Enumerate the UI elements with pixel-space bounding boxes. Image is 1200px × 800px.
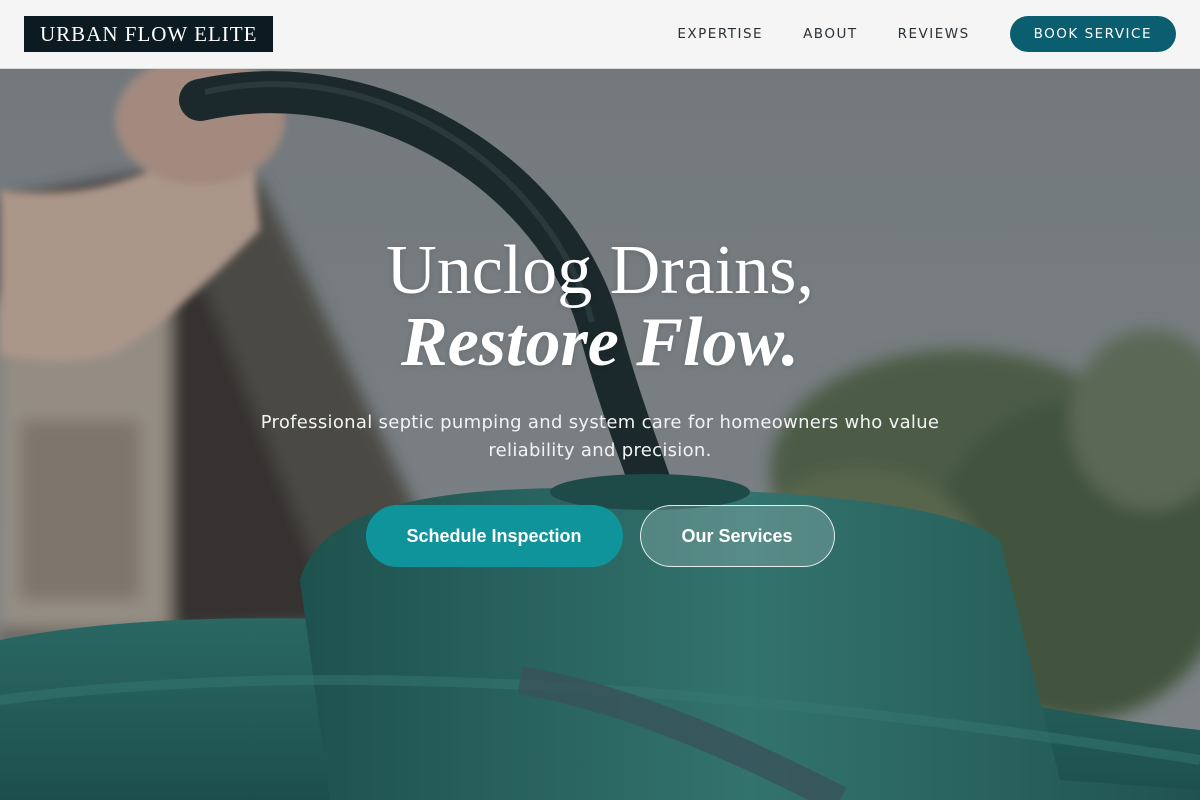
hero-title-line-1: Unclog Drains,: [386, 232, 814, 309]
hero-content: Unclog Drains, Restore Flow. Professiona…: [0, 235, 1200, 567]
main-nav: EXPERTISE ABOUT REVIEWS BOOK SERVICE: [637, 16, 1176, 52]
hero-title: Unclog Drains, Restore Flow.: [0, 235, 1200, 379]
schedule-inspection-button[interactable]: Schedule Inspection: [365, 505, 623, 567]
book-service-button[interactable]: BOOK SERVICE: [1009, 16, 1176, 52]
nav-link-about[interactable]: ABOUT: [803, 26, 858, 42]
brand-logo[interactable]: URBAN FLOW ELITE: [24, 16, 274, 52]
nav-link-reviews[interactable]: REVIEWS: [898, 26, 970, 42]
site-header: URBAN FLOW ELITE EXPERTISE ABOUT REVIEWS…: [0, 0, 1200, 69]
hero-title-line-2: Restore Flow.: [401, 304, 799, 381]
hero-cta-row: Schedule Inspection Our Services: [0, 505, 1200, 567]
our-services-button[interactable]: Our Services: [639, 505, 835, 567]
nav-link-expertise[interactable]: EXPERTISE: [677, 26, 763, 42]
hero-subtitle: Professional septic pumping and system c…: [260, 412, 940, 461]
